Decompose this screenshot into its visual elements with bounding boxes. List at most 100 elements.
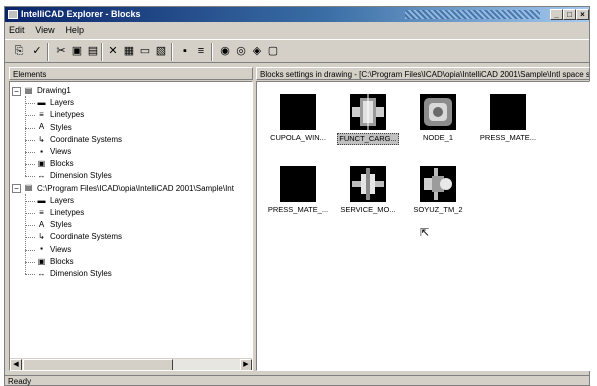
scroll-left-icon[interactable]: ◀: [10, 359, 22, 370]
tree-item-dimension-styles[interactable]: ↔ Dimension Styles: [36, 268, 112, 280]
tree-item-label: Linetypes: [50, 110, 85, 120]
tree-item-label: Drawing1: [37, 86, 71, 95]
tree-connector: [25, 200, 35, 202]
elements-tree[interactable]: ◀ ▶ − ▤ Drawing1 ▬ Layers ≡ Linetypes A Styles ↳ C…: [9, 81, 253, 371]
delete-icon[interactable]: ✕: [105, 44, 121, 59]
block-c-icon[interactable]: ◈: [249, 44, 265, 59]
block-thumbnail: [350, 94, 386, 130]
block-item[interactable]: CUPOLA_WIN...: [259, 94, 337, 143]
dimstyles-icon: ↔: [37, 171, 46, 181]
properties-icon[interactable]: ▦: [121, 44, 137, 59]
cut-icon[interactable]: ✂: [53, 44, 69, 59]
tree-connector: [25, 261, 35, 263]
minimize-button[interactable]: _: [550, 9, 563, 20]
large-icons-icon[interactable]: ▪: [177, 44, 193, 59]
tree-item-label: Coordinate Systems: [50, 232, 123, 242]
block-b-icon[interactable]: ◎: [233, 44, 249, 59]
scroll-thumb[interactable]: [23, 359, 173, 370]
tree-connector: [25, 103, 35, 105]
tree-expander-icon[interactable]: −: [12, 86, 21, 96]
block-a-icon[interactable]: ◉: [217, 44, 233, 59]
tree-horizontal-scrollbar[interactable]: ◀ ▶: [10, 358, 252, 370]
tree-item-styles[interactable]: A Styles: [36, 219, 72, 231]
paste2-icon[interactable]: ▤: [85, 44, 101, 59]
ucs-icon: ↳: [38, 232, 45, 242]
close-button[interactable]: ×: [576, 9, 589, 20]
block-item[interactable]: FUNCT_CARG...: [329, 94, 407, 145]
tree-item-dimension-styles[interactable]: ↔ Dimension Styles: [36, 170, 112, 182]
tree-item-coordinate-systems[interactable]: ↳ Coordinate Systems: [36, 231, 122, 243]
tree-connector: [25, 225, 35, 227]
menu-bar: Edit View Help: [5, 23, 589, 38]
block-item[interactable]: PRESS_MATE...: [469, 94, 547, 143]
rename-icon[interactable]: ▭: [137, 44, 153, 59]
styles-icon: A: [38, 220, 45, 230]
views-icon: ▪: [40, 146, 43, 156]
menu-view[interactable]: View: [31, 23, 58, 38]
tree-connector: [25, 152, 35, 153]
tree-item-views[interactable]: ▪ Views: [36, 146, 71, 158]
tree-item-blocks[interactable]: ▣ Blocks: [36, 256, 74, 268]
block-name: SOYUZ_TM_2: [413, 205, 463, 214]
block-thumbnail: [490, 94, 526, 130]
tree-item-label: Views: [50, 244, 72, 254]
tree-item-views[interactable]: ▪ Views: [36, 244, 71, 256]
tree-connector: [25, 164, 35, 166]
tree-connector: [25, 176, 35, 178]
layers-icon: ▬: [37, 98, 46, 108]
tree-item-styles[interactable]: A Styles: [36, 122, 72, 134]
status-bar: Ready: [5, 375, 589, 386]
paste-icon[interactable]: ▣: [69, 44, 85, 59]
tree-item-linetypes[interactable]: ≡ Linetypes: [36, 109, 84, 121]
tree-item-blocks[interactable]: ▣ Blocks: [36, 158, 74, 170]
service-module-drawing: [352, 168, 384, 200]
toolbar-separator: [47, 43, 49, 61]
block-item[interactable]: SOYUZ_TM_2: [399, 166, 477, 215]
block-item[interactable]: PRESS_MATE_...: [259, 166, 337, 215]
tree-connector: [25, 127, 35, 129]
tree-item-label: Blocks: [50, 256, 74, 266]
block-thumbnail: [420, 94, 456, 130]
details-icon[interactable]: ≡: [193, 44, 209, 59]
views-icon: ▪: [40, 244, 43, 254]
title-bar[interactable]: IntelliCAD Explorer - Blocks _ □ ×: [5, 7, 589, 22]
tree-connector: [25, 237, 35, 239]
block-name: NODE_1: [422, 133, 453, 142]
block-item[interactable]: SERVICE_MO...: [329, 166, 407, 215]
tree-item-coordinate-systems[interactable]: ↳ Coordinate Systems: [36, 134, 122, 146]
tree-item-layers[interactable]: ▬ Layers: [36, 97, 75, 109]
toolbar-separator: [171, 43, 173, 61]
block-d-icon[interactable]: ▢: [265, 44, 281, 59]
block-thumbnail: [280, 166, 316, 202]
tree-item-label: C:\Program Files\ICAD\opia\IntelliCAD 20…: [37, 183, 234, 193]
block-name: CUPOLA_WIN...: [270, 133, 326, 142]
tree-item-label: Linetypes: [50, 208, 85, 217]
check-icon[interactable]: ✓: [29, 44, 45, 59]
tree-item-drawing[interactable]: ▤ C:\Program Files\ICAD\opia\IntelliCAD 2…: [23, 183, 234, 195]
blocks-icon: ▣: [37, 256, 46, 266]
tree-item-label: Coordinate Systems: [50, 134, 123, 144]
tree-item-layers[interactable]: ▬ Layers: [36, 195, 75, 207]
soyuz-drawing: [424, 168, 452, 200]
tree-item-label: Dimension Styles: [50, 269, 112, 278]
mouse-cursor-icon: ⇱: [420, 227, 430, 239]
tree-item-drawing[interactable]: ▤ Drawing1: [23, 85, 71, 97]
title-pattern: [405, 10, 540, 19]
menu-help[interactable]: Help: [61, 23, 88, 38]
window-title: IntelliCAD Explorer - Blocks: [21, 9, 141, 19]
tree-item-linetypes[interactable]: ≡ Linetypes: [36, 207, 84, 219]
explorer-window: IntelliCAD Explorer - Blocks _ □ × Edit …: [4, 6, 590, 386]
blocks-settings-header: Blocks settings in drawing - [C:\Program…: [256, 67, 590, 80]
maximize-button[interactable]: □: [563, 9, 576, 20]
layers-icon: ▬: [37, 195, 46, 205]
styles-icon: A: [38, 122, 45, 132]
menu-edit[interactable]: Edit: [5, 23, 29, 38]
toolbar-separator: [101, 43, 103, 61]
tree-expander-icon[interactable]: −: [12, 184, 21, 194]
block-item[interactable]: NODE_1: [399, 94, 477, 143]
find-icon[interactable]: ▧: [153, 44, 169, 59]
tree-item-label: Styles: [50, 122, 72, 132]
scroll-right-icon[interactable]: ▶: [240, 359, 252, 370]
copy-icon[interactable]: ⎘: [11, 44, 27, 59]
elements-header: Elements: [9, 67, 253, 80]
